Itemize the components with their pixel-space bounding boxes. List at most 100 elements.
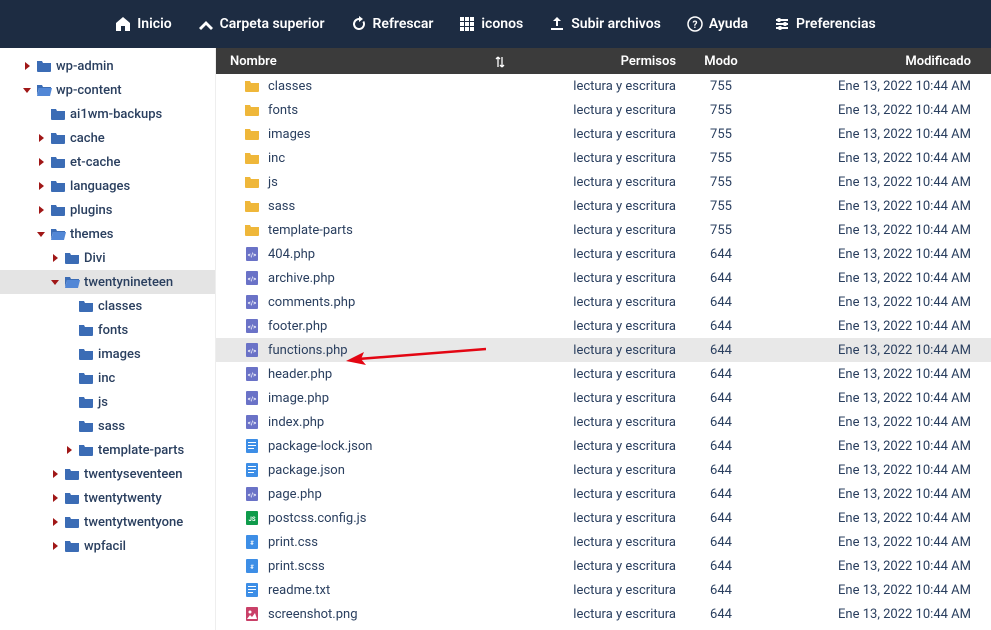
tree-item-cache[interactable]: cache [0, 126, 215, 150]
topbar-label: Refrescar [373, 16, 434, 32]
folder-icon [50, 130, 66, 146]
file-perm: lectura y escritura [516, 223, 686, 238]
file-row[interactable]: header.phplectura y escritura644Ene 13, … [216, 362, 991, 386]
folder-icon [244, 174, 260, 190]
folder-icon [36, 82, 52, 98]
tree-item-fonts[interactable]: fonts [0, 318, 215, 342]
col-name-header[interactable]: Nombre [216, 54, 516, 69]
tree-item-wp-content[interactable]: wp-content [0, 78, 215, 102]
topbar-up[interactable]: Carpeta superior [188, 10, 335, 38]
topbar-upload[interactable]: Subir archivos [539, 10, 671, 38]
file-perm: lectura y escritura [516, 319, 686, 334]
tree-label: twentynineteen [84, 275, 173, 290]
tree-item-twentyseventeen[interactable]: twentyseventeen [0, 462, 215, 486]
php-icon [244, 366, 260, 382]
file-row[interactable]: page.phplectura y escritura644Ene 13, 20… [216, 482, 991, 506]
file-row[interactable]: classeslectura y escritura755Ene 13, 202… [216, 74, 991, 98]
file-row[interactable]: 404.phplectura y escritura644Ene 13, 202… [216, 242, 991, 266]
file-mode: 644 [686, 367, 756, 382]
json-icon [244, 438, 260, 454]
file-row[interactable]: jslectura y escritura755Ene 13, 2022 10:… [216, 170, 991, 194]
folder-icon [64, 274, 80, 290]
tree-item-languages[interactable]: languages [0, 174, 215, 198]
file-perm: lectura y escritura [516, 487, 686, 502]
file-perm: lectura y escritura [516, 535, 686, 550]
tree-label: template-parts [98, 443, 184, 458]
caret-down-icon [36, 229, 46, 239]
tree-item-ai1wm-backups[interactable]: ai1wm-backups [0, 102, 215, 126]
file-row[interactable]: sasslectura y escritura755Ene 13, 2022 1… [216, 194, 991, 218]
file-row[interactable]: postcss.config.jslectura y escritura644E… [216, 506, 991, 530]
json-icon [244, 462, 260, 478]
file-perm: lectura y escritura [516, 127, 686, 142]
file-row[interactable]: image.phplectura y escritura644Ene 13, 2… [216, 386, 991, 410]
file-row[interactable]: screenshot.pnglectura y escritura644Ene … [216, 602, 991, 626]
tree-item-twentytwenty[interactable]: twentytwenty [0, 486, 215, 510]
folder-icon [64, 250, 80, 266]
file-mode: 644 [686, 607, 756, 622]
file-mode: 644 [686, 391, 756, 406]
topbar-prefs[interactable]: Preferencias [764, 10, 886, 38]
caret-right-icon [64, 445, 74, 455]
file-mode: 644 [686, 415, 756, 430]
file-name: package.json [268, 463, 345, 478]
tree-item-wpfacil[interactable]: wpfacil [0, 534, 215, 558]
file-name: header.php [268, 367, 332, 382]
file-row[interactable]: archive.phplectura y escritura644Ene 13,… [216, 266, 991, 290]
tree-item-et-cache[interactable]: et-cache [0, 150, 215, 174]
file-perm: lectura y escritura [516, 295, 686, 310]
tree-item-classes[interactable]: classes [0, 294, 215, 318]
tree-item-js[interactable]: js [0, 390, 215, 414]
file-modified: Ene 13, 2022 10:44 AM [756, 151, 991, 166]
file-row[interactable]: index.phplectura y escritura644Ene 13, 2… [216, 410, 991, 434]
caret-right-icon [36, 157, 46, 167]
file-mode: 755 [686, 103, 756, 118]
file-row[interactable]: inclectura y escritura755Ene 13, 2022 10… [216, 146, 991, 170]
tree-item-wp-admin[interactable]: wp-admin [0, 54, 215, 78]
tree-item-plugins[interactable]: plugins [0, 198, 215, 222]
file-row[interactable]: template-partslectura y escritura755Ene … [216, 218, 991, 242]
file-row[interactable]: comments.phplectura y escritura644Ene 13… [216, 290, 991, 314]
file-perm: lectura y escritura [516, 463, 686, 478]
folder-icon [64, 538, 80, 554]
file-name: readme.txt [268, 583, 330, 598]
file-perm: lectura y escritura [516, 511, 686, 526]
tree-item-twentytwentyone[interactable]: twentytwentyone [0, 510, 215, 534]
tree-item-template-parts[interactable]: template-parts [0, 438, 215, 462]
file-row[interactable]: package-lock.jsonlectura y escritura644E… [216, 434, 991, 458]
col-perm-header[interactable]: Permisos [516, 54, 686, 69]
file-modified: Ene 13, 2022 10:44 AM [756, 127, 991, 142]
file-row[interactable]: print.scsslectura y escritura644Ene 13, … [216, 554, 991, 578]
caret-right-icon [50, 517, 60, 527]
tree-item-inc[interactable]: inc [0, 366, 215, 390]
topbar-grid[interactable]: iconos [449, 10, 533, 38]
topbar-home[interactable]: Inicio [105, 10, 181, 38]
file-row[interactable]: imageslectura y escritura755Ene 13, 2022… [216, 122, 991, 146]
file-modified: Ene 13, 2022 10:44 AM [756, 79, 991, 94]
tree-item-sass[interactable]: sass [0, 414, 215, 438]
file-perm: lectura y escritura [516, 151, 686, 166]
file-row[interactable]: print.csslectura y escritura644Ene 13, 2… [216, 530, 991, 554]
file-row[interactable]: fontslectura y escritura755Ene 13, 2022 … [216, 98, 991, 122]
tree-item-themes[interactable]: themes [0, 222, 215, 246]
topbar-refresh[interactable]: Refrescar [341, 10, 444, 38]
file-mode: 755 [686, 175, 756, 190]
topbar-help[interactable]: Ayuda [677, 10, 758, 38]
folder-icon [78, 370, 94, 386]
file-perm: lectura y escritura [516, 343, 686, 358]
caret-right-icon [36, 181, 46, 191]
col-mode-header[interactable]: Modo [686, 54, 756, 69]
file-row[interactable]: footer.phplectura y escritura644Ene 13, … [216, 314, 991, 338]
file-modified: Ene 13, 2022 10:44 AM [756, 199, 991, 214]
file-row[interactable]: functions.phplectura y escritura644Ene 1… [216, 338, 991, 362]
file-mode: 644 [686, 247, 756, 262]
col-mod-header[interactable]: Modificado [756, 54, 991, 69]
tree-item-twentynineteen[interactable]: twentynineteen [0, 270, 215, 294]
sort-icon [494, 55, 506, 67]
tree-item-Divi[interactable]: Divi [0, 246, 215, 270]
file-row[interactable]: readme.txtlectura y escritura644Ene 13, … [216, 578, 991, 602]
tree-label: wp-content [56, 83, 122, 98]
tree-item-images[interactable]: images [0, 342, 215, 366]
file-row[interactable]: package.jsonlectura y escritura644Ene 13… [216, 458, 991, 482]
file-perm: lectura y escritura [516, 271, 686, 286]
